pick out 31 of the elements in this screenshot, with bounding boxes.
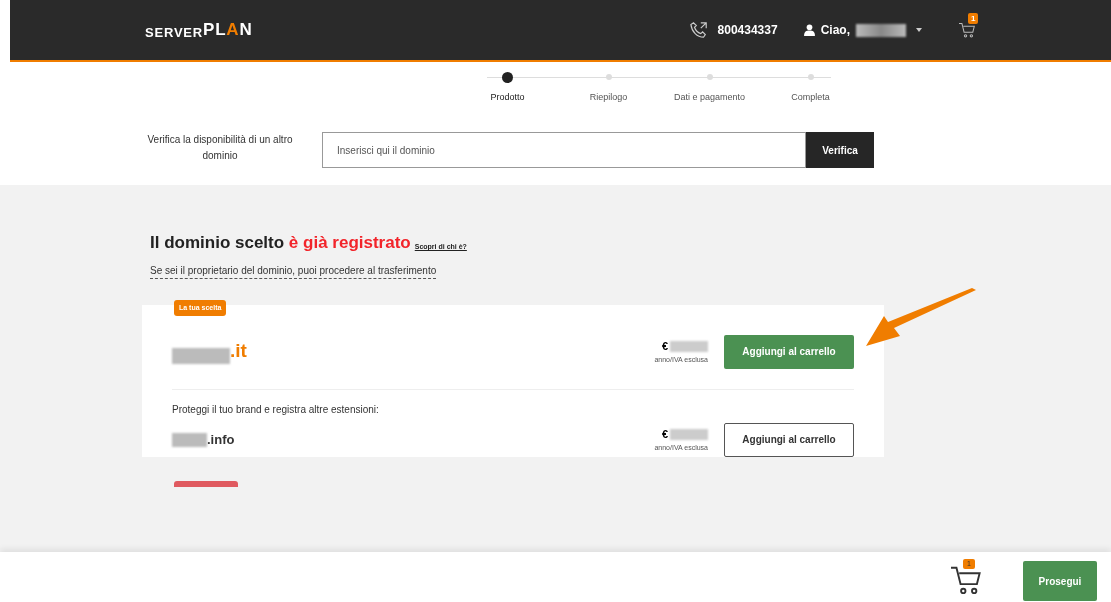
cart-icon[interactable] (958, 22, 976, 38)
transfer-link[interactable]: Se sei il proprietario del dominio, puoi procedere al trasferimento (150, 262, 437, 279)
step-label[interactable]: Riepilogo (589, 91, 628, 105)
domain-input-field[interactable]: Inserisci qui il dominio (322, 132, 806, 168)
cart-count-badge: 1 (968, 13, 979, 24)
currency-symbol: € (661, 427, 668, 442)
redacted-domain (172, 433, 207, 448)
search-label: Verifica la disponibilità di un altro dominio (146, 133, 294, 163)
greeting[interactable]: Ciao, (820, 21, 850, 39)
redacted-name (856, 23, 906, 37)
caret-icon[interactable] (916, 28, 922, 32)
add-to-cart-button[interactable]: Aggiungi al carrello (724, 334, 854, 369)
continue-button[interactable]: Prosegui (1023, 561, 1097, 601)
currency-symbol: € (661, 339, 668, 354)
step-label[interactable]: Completa (791, 91, 830, 105)
clipped-badge (174, 480, 238, 487)
redacted-domain (172, 347, 230, 364)
other-extensions-text: Proteggi il tuo brand e registra altre estensioni: (172, 402, 380, 417)
add-to-cart-button[interactable]: Aggiungi al carrello (724, 422, 854, 457)
result-heading: Il dominio scelto è già registrato (150, 232, 411, 254)
phone-number[interactable]: 800434337 (717, 21, 778, 39)
user-icon (803, 24, 815, 36)
step-label[interactable]: Dati e pagamento (673, 91, 745, 105)
cart-icon[interactable] (949, 565, 983, 595)
verify-button[interactable]: Verifica (806, 132, 874, 168)
domain-extension: .it (230, 339, 247, 364)
redacted-price (670, 340, 708, 352)
step-label[interactable]: Prodotto (490, 91, 525, 105)
redacted-price (670, 428, 708, 440)
domain-extension: .info (207, 430, 235, 449)
phone-icon (689, 21, 708, 39)
